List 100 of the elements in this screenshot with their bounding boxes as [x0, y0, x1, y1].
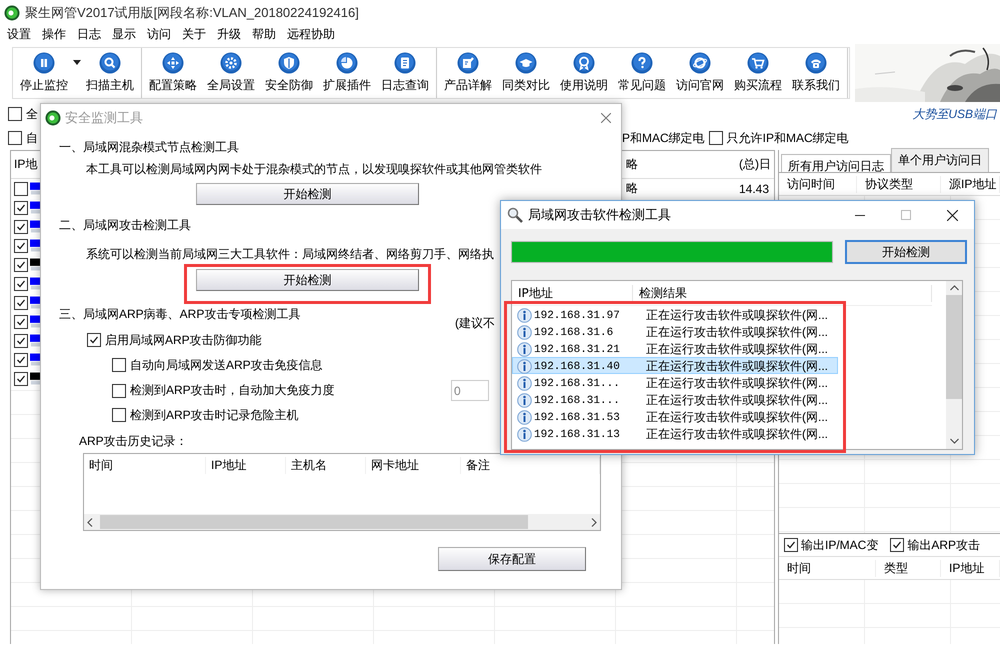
tab[interactable]: 所有用户访问日志 [781, 154, 891, 172]
edit-icon [457, 52, 479, 74]
checkbox[interactable] [784, 538, 798, 552]
column-header[interactable]: 略 [623, 156, 736, 173]
checkbox-label: 输出IP/MAC变 [801, 536, 878, 554]
checkbox-label: 输出ARP攻击 [907, 536, 980, 554]
checkbox[interactable] [890, 538, 904, 552]
toolbar-button[interactable]: 日志查询 [376, 48, 434, 98]
toolbar-button[interactable]: 联系我们 [787, 48, 845, 98]
checkbox[interactable] [8, 131, 22, 145]
caret-icon[interactable] [73, 60, 81, 65]
menu-item[interactable]: 设置 [7, 26, 31, 43]
toolbar-button[interactable]: 停止监控 [15, 48, 73, 98]
toolbar-button[interactable]: 扫描主机 [81, 48, 139, 98]
toolbar-button[interactable]: 扩展插件 [318, 48, 376, 98]
toolbar-button[interactable]: 同类对比 [497, 48, 555, 98]
column-header[interactable]: 检测结果 [633, 284, 932, 302]
checkbox[interactable] [14, 314, 28, 328]
toolbar-button[interactable]: 配置策略 [144, 48, 202, 98]
tab[interactable]: 单个用户访问日 [891, 148, 989, 172]
menu-item[interactable]: 操作 [42, 26, 66, 43]
toolbar-button[interactable]: 全局设置 [202, 48, 260, 98]
column-header[interactable]: 访问时间 [779, 176, 857, 192]
close-icon[interactable] [947, 210, 958, 220]
checkbox[interactable] [14, 238, 28, 252]
scrollbar[interactable] [84, 514, 600, 530]
column-header[interactable]: IP地 [11, 156, 41, 173]
detection-result: 正在运行攻击软件或嗅探软件(网... [645, 307, 829, 324]
list-row[interactable]: 192.168.31... 正在运行攻击软件或嗅探软件(网... [512, 374, 838, 391]
column-header[interactable]: IP地址 [512, 284, 633, 302]
toolbar-button[interactable]: 产品详解 [439, 48, 497, 98]
chevron-left-icon[interactable] [87, 518, 93, 526]
toolbar-button[interactable]: 访问官网 [671, 48, 729, 98]
scrollbar[interactable] [946, 281, 962, 449]
checkbox[interactable] [14, 182, 28, 196]
menu-item[interactable]: 访问 [147, 26, 171, 43]
column-header[interactable]: 时间 [84, 456, 206, 474]
menu-item[interactable]: 升级 [217, 26, 241, 43]
detection-result: 正在运行攻击软件或嗅探软件(网... [645, 409, 829, 426]
checkbox[interactable] [14, 334, 28, 348]
search-icon [99, 52, 121, 74]
chevron-right-icon[interactable] [591, 518, 597, 526]
save-button[interactable]: 保存配置 [438, 547, 586, 571]
checkbox[interactable] [8, 107, 22, 121]
start-button[interactable]: 开始检测 [845, 240, 967, 264]
minimize-icon[interactable] [855, 214, 865, 216]
column-header[interactable]: 类型 [876, 560, 941, 576]
column-header[interactable]: IP地址 [206, 456, 286, 474]
list-row[interactable]: 192.168.31.53 正在运行攻击软件或嗅探软件(网... [512, 408, 838, 425]
menu-item[interactable]: 远程协助 [287, 26, 335, 43]
toolbar-button[interactable]: 购买流程 [729, 48, 787, 98]
column-header[interactable]: (总)日 [736, 156, 774, 173]
checkbox-label: 检测到ARP攻击时，自动加大免疫力度 [130, 382, 335, 399]
checkbox[interactable] [14, 372, 28, 386]
list-row[interactable]: 192.168.31.6 正在运行攻击软件或嗅探软件(网... [512, 323, 838, 340]
menu-item[interactable]: 关于 [182, 26, 206, 43]
checkbox[interactable] [14, 352, 28, 366]
column-header[interactable]: 源IP地址 [941, 176, 1000, 192]
chevron-down-icon[interactable] [950, 438, 958, 444]
checkbox[interactable] [112, 358, 126, 372]
checkbox[interactable] [112, 408, 126, 422]
toolbar-button[interactable]: 常见问题 [613, 48, 671, 98]
column-header[interactable]: 协议类型 [857, 176, 941, 192]
column-header[interactable]: 主机名 [286, 456, 366, 474]
list-row[interactable]: 192.168.31.13 正在运行攻击软件或嗅探软件(网... [512, 425, 838, 442]
checkbox-label: 全 [26, 106, 38, 122]
list-row[interactable]: 192.168.31... 正在运行攻击软件或嗅探软件(网... [512, 391, 838, 408]
list-row[interactable]: 192.168.31.40 正在运行攻击软件或嗅探软件(网... [512, 357, 838, 374]
detection-result: 正在运行攻击软件或嗅探软件(网... [645, 426, 829, 443]
list-row[interactable]: 192.168.31.97 正在运行攻击软件或嗅探软件(网... [512, 306, 838, 323]
checkbox[interactable] [14, 200, 28, 214]
checkbox[interactable] [14, 220, 28, 234]
number-field[interactable]: 0 [451, 380, 489, 401]
start-button[interactable]: 开始检测 [196, 183, 419, 205]
column-header[interactable]: 备注 [461, 456, 600, 474]
checkbox[interactable] [87, 333, 101, 347]
magnifier-icon [507, 207, 523, 223]
checkbox[interactable] [708, 131, 723, 145]
column-header[interactable]: IP地址 [941, 560, 1000, 576]
ip-address: 192.168.31.97 [534, 310, 621, 322]
menu-item[interactable]: 显示 [112, 26, 136, 43]
chevron-up-icon[interactable] [950, 285, 958, 291]
pause-icon [33, 52, 55, 74]
column-header[interactable]: 时间 [779, 560, 876, 576]
checkmark-icon [89, 335, 99, 345]
toolbar-button[interactable]: 安全防御 [260, 48, 318, 98]
checkbox[interactable] [14, 296, 28, 310]
column-header[interactable]: 网卡地址 [366, 456, 461, 474]
graduation-cap-icon [515, 52, 537, 74]
info-icon [517, 427, 532, 442]
checkbox[interactable] [112, 384, 126, 398]
start-button[interactable]: 开始检测 [196, 269, 419, 291]
toolbar-button[interactable]: 使用说明 [555, 48, 613, 98]
menu-item[interactable]: 日志 [77, 26, 101, 43]
usb-link[interactable]: 大势至USB端口 [912, 106, 1000, 122]
list-row[interactable]: 192.168.31.21 正在运行攻击软件或嗅探软件(网... [512, 340, 838, 357]
checkbox[interactable] [14, 276, 28, 290]
menu-item[interactable]: 帮助 [252, 26, 276, 43]
checkbox[interactable] [14, 258, 28, 272]
checkbox-label: 只允许IP和MAC绑定电 [726, 130, 849, 146]
